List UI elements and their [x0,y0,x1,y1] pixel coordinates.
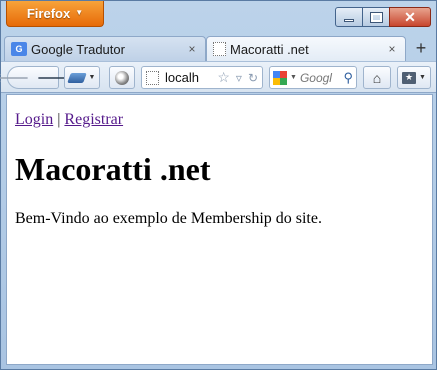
chevron-down-icon: ▼ [419,74,426,81]
new-tab-button[interactable]: + [412,39,430,57]
close-tab-button[interactable]: × [185,42,199,56]
window-controls: ✕ [335,7,431,27]
close-window-button[interactable]: ✕ [389,7,431,27]
tab-title: Macoratti .net [230,41,309,57]
close-icon: ✕ [404,8,416,25]
title-bar: Firefox ▼ ✕ [1,1,436,33]
google-search-engine-icon[interactable] [273,70,287,85]
home-icon: ⌂ [372,69,382,86]
tab-strip: G Google Tradutor × Macoratti .net × + [1,34,436,61]
firefox-menu-label: Firefox [26,6,71,21]
register-link[interactable]: Registrar [64,111,123,128]
url-input[interactable]: localh [165,70,211,85]
addon-face-icon [115,70,129,85]
bookmarks-menu-button[interactable]: ★ ▼ [397,66,431,89]
login-link[interactable]: Login [15,111,53,128]
blank-page-icon [213,42,226,56]
search-icon[interactable]: ⚲ [343,70,353,86]
chevron-down-icon: ▼ [88,74,96,81]
firefox-menu-button[interactable]: Firefox ▼ [6,1,104,27]
page-heading: Macoratti .net [15,151,211,187]
page-content: Login | Registrar Macoratti .net Bem-Vin… [6,94,433,365]
browser-window: Firefox ▼ ✕ G Google Tradutor × Macoratt… [0,0,437,370]
close-tab-button[interactable]: × [385,42,399,56]
addon-toolbar-button[interactable]: ▼ [64,66,100,89]
minimize-button[interactable] [335,7,363,27]
search-bar[interactable]: ▼ Googl ⚲ [269,66,357,89]
history-dropdown-icon[interactable]: ▿ [236,71,242,85]
maximize-icon [369,11,383,23]
bookmarks-icon: ★ [402,71,417,84]
addon-toolbar-button-2[interactable] [109,66,135,89]
back-arrow-icon[interactable]: 🡐 [0,70,29,86]
reload-icon[interactable]: ↻ [248,71,258,85]
tab-google-tradutor[interactable]: G Google Tradutor × [4,36,206,61]
addon-icon [66,72,87,83]
chevron-down-icon: ▼ [290,74,297,81]
maximize-button[interactable] [362,7,390,27]
navigation-toolbar: 🡐 🡒 ▼ localh ☆ ▿ ↻ ▼ Googl ⚲ ⌂ ★ ▼ [0,61,436,93]
minimize-icon [344,19,354,22]
chevron-down-icon: ▼ [75,8,84,17]
tab-macoratti[interactable]: Macoratti .net × [206,36,406,61]
account-links: Login | Registrar [15,111,424,129]
tab-title: Google Tradutor [31,41,125,57]
site-identity-icon[interactable] [146,70,159,85]
search-input[interactable]: Googl [300,71,341,85]
bookmark-star-icon[interactable]: ☆ [217,69,230,86]
back-forward-group: 🡐 🡒 [0,66,72,89]
link-separator: | [57,111,61,128]
welcome-text: Bem-Vindo ao exemplo de Membership do si… [15,210,322,227]
address-bar[interactable]: localh ☆ ▿ ↻ [141,66,263,89]
home-button[interactable]: ⌂ [363,66,391,89]
google-translate-icon: G [11,42,27,56]
